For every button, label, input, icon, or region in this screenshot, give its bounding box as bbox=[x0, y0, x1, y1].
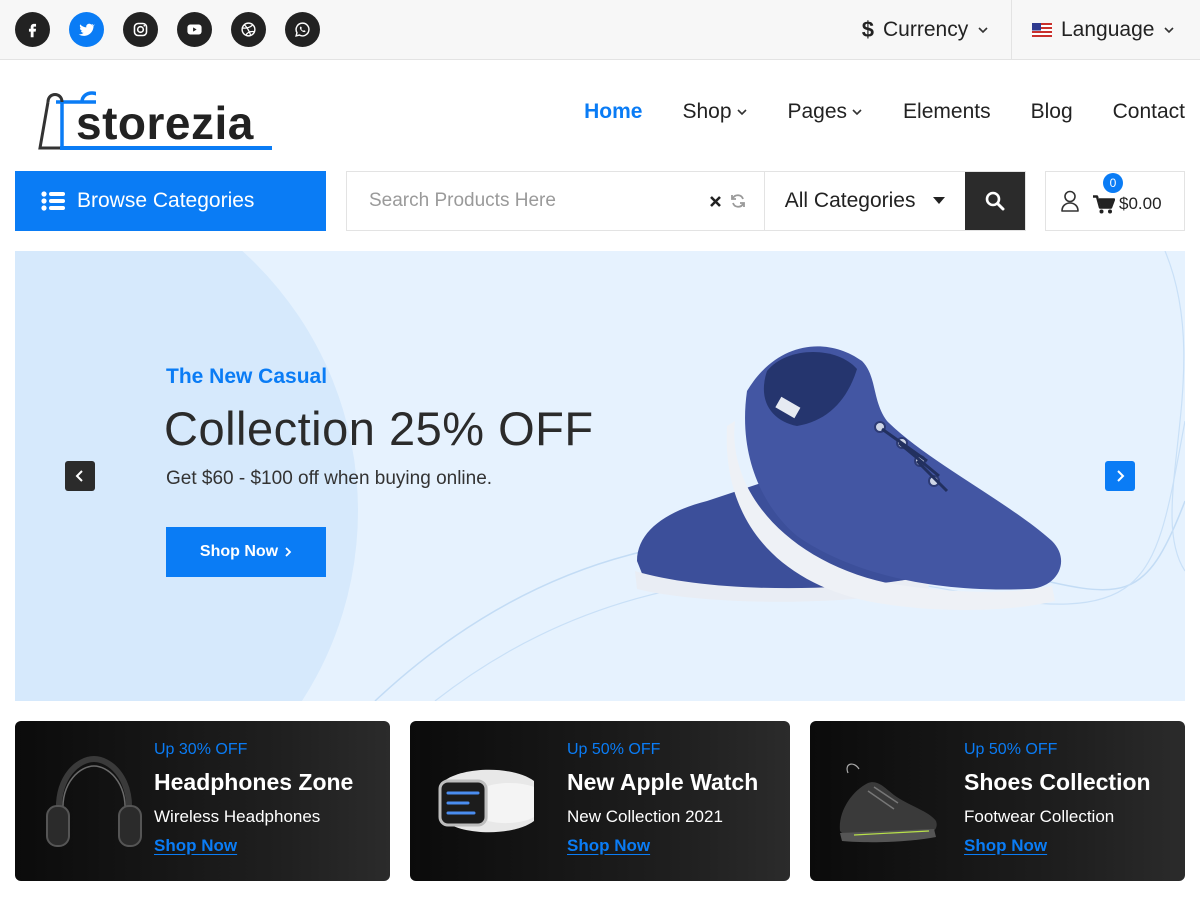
twitter-icon[interactable] bbox=[69, 12, 104, 47]
nav-contact-label: Contact bbox=[1112, 100, 1185, 123]
search-button[interactable] bbox=[965, 172, 1025, 230]
cart-total: $0.00 bbox=[1119, 194, 1162, 213]
nav-elements-label: Elements bbox=[903, 100, 991, 123]
category-select[interactable]: All Categories bbox=[763, 172, 965, 230]
sneaker-image bbox=[839, 763, 937, 843]
language-selector[interactable]: Language bbox=[1011, 0, 1200, 59]
logo[interactable]: storezia bbox=[36, 80, 286, 152]
hero-eyebrow: The New Casual bbox=[166, 365, 328, 388]
search-input-actions bbox=[686, 172, 764, 230]
chevron-down-icon bbox=[978, 26, 988, 33]
promo-shop-now-link[interactable]: Shop Now bbox=[567, 836, 650, 856]
hero-shop-now-button[interactable]: Shop Now bbox=[166, 527, 326, 577]
hero-slider: The New Casual Collection 25% OFF Get $6… bbox=[15, 251, 1185, 701]
chevron-down-icon bbox=[736, 109, 747, 116]
nav-blog[interactable]: Blog bbox=[1031, 92, 1073, 132]
hero-shop-now-label: Shop Now bbox=[199, 543, 279, 560]
promo-shop-now-link[interactable]: Shop Now bbox=[154, 836, 237, 856]
sneaker-product-image bbox=[635, 346, 1062, 610]
account-cart-box: 0 $0.00 bbox=[1045, 171, 1185, 231]
hero-title: Collection 25% OFF bbox=[164, 402, 594, 455]
instagram-icon[interactable] bbox=[123, 12, 158, 47]
promo-subtitle: Footwear Collection bbox=[964, 807, 1115, 826]
promo-shop-now-link[interactable]: Shop Now bbox=[964, 836, 1047, 856]
chevron-down-icon bbox=[852, 109, 862, 116]
cart-icon bbox=[1093, 194, 1115, 213]
search-input[interactable] bbox=[347, 172, 686, 230]
promo-subtitle: New Collection 2021 bbox=[567, 807, 723, 826]
nav-elements[interactable]: Elements bbox=[903, 92, 991, 132]
slider-prev-button[interactable] bbox=[65, 461, 95, 491]
top-bar: $ Currency Language bbox=[0, 0, 1200, 60]
chevron-down-icon bbox=[1164, 26, 1175, 33]
promo-title: Shoes Collection bbox=[964, 769, 1151, 795]
nav-pages[interactable]: Pages bbox=[788, 92, 864, 132]
currency-selector[interactable]: $ Currency bbox=[840, 0, 1011, 59]
promo-eyebrow: Up 30% OFF bbox=[154, 741, 248, 758]
hero-subtitle: Get $60 - $100 off when buying online. bbox=[166, 468, 493, 489]
main-nav: Home Shop Pages Elements Blog Contact bbox=[584, 92, 1185, 132]
category-select-value: All Categories bbox=[784, 189, 916, 212]
logo-underline bbox=[60, 146, 272, 150]
promo-card-shoes[interactable]: Up 50% OFF Shoes Collection Footwear Col… bbox=[810, 721, 1185, 881]
facebook-icon[interactable] bbox=[15, 12, 50, 47]
nav-blog-label: Blog bbox=[1030, 100, 1073, 123]
dollar-icon: $ bbox=[861, 16, 875, 42]
slider-next-button[interactable] bbox=[1105, 461, 1135, 491]
user-icon[interactable] bbox=[1060, 190, 1080, 212]
social-links bbox=[15, 12, 320, 47]
promo-card-headphones[interactable]: Up 30% OFF Headphones Zone Wireless Head… bbox=[15, 721, 390, 881]
promo-eyebrow: Up 50% OFF bbox=[567, 741, 661, 758]
cart-button[interactable]: 0 $0.00 bbox=[1093, 173, 1162, 214]
nav-home[interactable]: Home bbox=[584, 92, 642, 132]
nav-home-label: Home bbox=[584, 100, 643, 123]
language-label: Language bbox=[1061, 17, 1155, 41]
dribbble-icon[interactable] bbox=[231, 12, 266, 47]
chevron-left-icon bbox=[75, 470, 83, 482]
promo-title: Headphones Zone bbox=[154, 769, 354, 795]
browse-categories-button[interactable]: Browse Categories bbox=[15, 171, 326, 231]
list-icon bbox=[41, 191, 65, 211]
caret-down-icon bbox=[933, 197, 946, 204]
youtube-icon[interactable] bbox=[177, 12, 212, 47]
browse-categories-label: Browse Categories bbox=[77, 189, 255, 212]
chevron-right-icon bbox=[285, 547, 292, 557]
nav-pages-label: Pages bbox=[787, 100, 848, 123]
promo-card-watch[interactable]: Up 50% OFF New Apple Watch New Collectio… bbox=[410, 721, 790, 881]
nav-shop-label: Shop bbox=[682, 100, 732, 123]
search-bar: All Categories bbox=[346, 171, 1026, 231]
smartwatch-image bbox=[438, 769, 534, 833]
us-flag-icon bbox=[1032, 22, 1052, 37]
whatsapp-icon[interactable] bbox=[285, 12, 320, 47]
nav-contact[interactable]: Contact bbox=[1113, 92, 1185, 132]
search-icon bbox=[985, 191, 1005, 211]
refresh-icon[interactable] bbox=[730, 193, 746, 209]
headphones-image bbox=[46, 755, 142, 847]
clear-icon[interactable] bbox=[709, 195, 722, 208]
currency-label: Currency bbox=[883, 17, 969, 41]
promo-title: New Apple Watch bbox=[567, 769, 759, 795]
nav-shop[interactable]: Shop bbox=[682, 92, 747, 132]
chevron-right-icon bbox=[1117, 470, 1125, 482]
brand-name: storezia bbox=[76, 97, 254, 149]
promo-eyebrow: Up 50% OFF bbox=[964, 741, 1058, 758]
promo-subtitle: Wireless Headphones bbox=[154, 807, 321, 826]
cart-count-badge: 0 bbox=[1103, 173, 1123, 193]
